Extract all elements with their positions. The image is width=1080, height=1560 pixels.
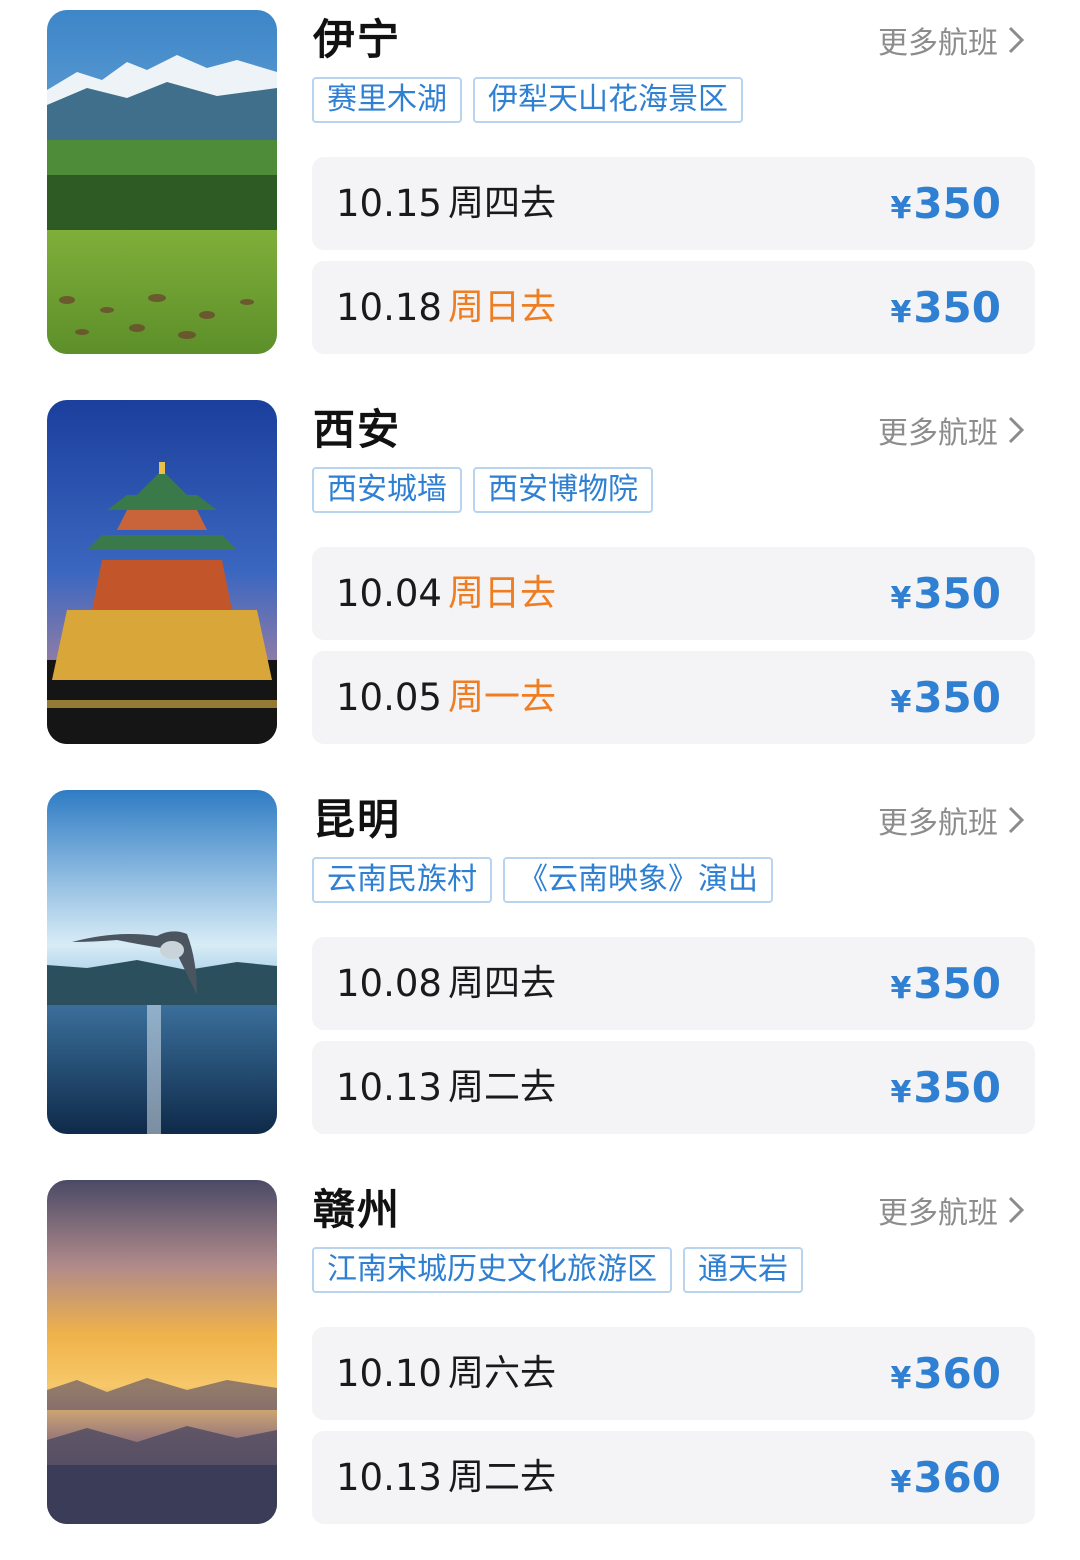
flight-weekday: 周四去 — [448, 183, 557, 224]
flight-price: ¥350 — [890, 651, 1001, 749]
flight-date: 10.10 — [336, 1352, 442, 1395]
destination-photo[interactable] — [47, 790, 277, 1134]
flight-row[interactable]: 10.08 周四去 ¥350 — [312, 937, 1035, 1030]
flight-date: 10.08 — [336, 962, 442, 1005]
attraction-tag[interactable]: 江南宋城历史文化旅游区 — [312, 1247, 672, 1293]
flight-price: ¥350 — [890, 547, 1001, 645]
currency-symbol: ¥ — [890, 1465, 912, 1500]
flight-weekday: 周一去 — [448, 677, 557, 718]
price-value: 350 — [913, 1063, 1001, 1112]
attraction-tag[interactable]: 云南民族村 — [312, 857, 492, 903]
price-value: 360 — [913, 1453, 1001, 1502]
flight-price: ¥350 — [890, 1041, 1001, 1139]
attraction-tag[interactable]: 西安城墙 — [312, 467, 462, 513]
flight-row[interactable]: 10.13 周二去 ¥350 — [312, 1041, 1035, 1134]
flight-price: ¥350 — [890, 261, 1001, 359]
flight-price: ¥350 — [890, 157, 1001, 255]
city-name: 伊宁 — [313, 15, 402, 64]
flight-price: ¥360 — [890, 1327, 1001, 1425]
attraction-tag[interactable]: 《云南映象》演出 — [503, 857, 773, 903]
flight-price: ¥350 — [890, 937, 1001, 1035]
price-value: 360 — [913, 1349, 1001, 1398]
destination-card[interactable]: 赣州 更多航班 江南宋城历史文化旅游区 通天岩 10.10 周六去 ¥360 1… — [0, 1180, 1080, 1524]
price-value: 350 — [913, 569, 1001, 618]
flight-weekday: 周六去 — [448, 1353, 557, 1394]
currency-symbol: ¥ — [890, 1075, 912, 1110]
flight-date: 10.13 — [336, 1456, 442, 1499]
destination-list: 伊宁 更多航班 赛里木湖 伊犁天山花海景区 10.15 周四去 ¥350 10.… — [0, 0, 1080, 1560]
flight-row[interactable]: 10.05 周一去 ¥350 — [312, 651, 1035, 744]
chevron-right-icon — [1008, 806, 1025, 834]
more-flights-link[interactable]: 更多航班 — [878, 1188, 1028, 1232]
more-flights-label: 更多航班 — [878, 1196, 998, 1231]
currency-symbol: ¥ — [890, 295, 912, 330]
city-name: 昆明 — [313, 795, 402, 844]
flight-row[interactable]: 10.13 周二去 ¥360 — [312, 1431, 1035, 1524]
destination-photo[interactable] — [47, 1180, 277, 1524]
price-value: 350 — [913, 673, 1001, 722]
city-name: 西安 — [313, 405, 402, 454]
flight-weekday: 周日去 — [448, 287, 557, 328]
destination-card[interactable]: 昆明 更多航班 云南民族村 《云南映象》演出 10.08 周四去 ¥350 10… — [0, 790, 1080, 1134]
flight-price: ¥360 — [890, 1431, 1001, 1529]
attraction-tags: 赛里木湖 伊犁天山花海景区 — [312, 77, 754, 123]
flight-weekday: 周二去 — [448, 1067, 557, 1108]
destination-photo[interactable] — [47, 400, 277, 744]
flight-weekday: 周四去 — [448, 963, 557, 1004]
more-flights-label: 更多航班 — [878, 416, 998, 451]
more-flights-link[interactable]: 更多航班 — [878, 798, 1028, 842]
price-value: 350 — [913, 959, 1001, 1008]
flight-date: 10.15 — [336, 182, 442, 225]
attraction-tags: 江南宋城历史文化旅游区 通天岩 — [312, 1247, 814, 1293]
more-flights-link[interactable]: 更多航班 — [878, 408, 1028, 452]
attraction-tags: 西安城墙 西安博物院 — [312, 467, 664, 513]
chevron-right-icon — [1008, 1196, 1025, 1224]
flight-row[interactable]: 10.18 周日去 ¥350 — [312, 261, 1035, 354]
more-flights-label: 更多航班 — [878, 806, 998, 841]
currency-symbol: ¥ — [890, 1361, 912, 1396]
flight-date: 10.13 — [336, 1066, 442, 1109]
more-flights-label: 更多航班 — [878, 26, 998, 61]
attraction-tag[interactable]: 赛里木湖 — [312, 77, 462, 123]
flight-date: 10.04 — [336, 572, 442, 615]
flight-row[interactable]: 10.04 周日去 ¥350 — [312, 547, 1035, 640]
destination-card[interactable]: 西安 更多航班 西安城墙 西安博物院 10.04 周日去 ¥350 10.05 … — [0, 400, 1080, 744]
currency-symbol: ¥ — [890, 971, 912, 1006]
flight-weekday: 周日去 — [448, 573, 557, 614]
chevron-right-icon — [1008, 416, 1025, 444]
attraction-tags: 云南民族村 《云南映象》演出 — [312, 857, 784, 903]
flight-row[interactable]: 10.10 周六去 ¥360 — [312, 1327, 1035, 1420]
attraction-tag[interactable]: 伊犁天山花海景区 — [473, 77, 743, 123]
chevron-right-icon — [1008, 26, 1025, 54]
flight-date: 10.05 — [336, 676, 442, 719]
more-flights-link[interactable]: 更多航班 — [878, 18, 1028, 62]
flight-weekday: 周二去 — [448, 1457, 557, 1498]
currency-symbol: ¥ — [890, 581, 912, 616]
currency-symbol: ¥ — [890, 685, 912, 720]
price-value: 350 — [913, 179, 1001, 228]
flight-row[interactable]: 10.15 周四去 ¥350 — [312, 157, 1035, 250]
price-value: 350 — [913, 283, 1001, 332]
attraction-tag[interactable]: 通天岩 — [683, 1247, 803, 1293]
flight-date: 10.18 — [336, 286, 442, 329]
city-name: 赣州 — [313, 1185, 402, 1234]
currency-symbol: ¥ — [890, 191, 912, 226]
destination-photo[interactable] — [47, 10, 277, 354]
attraction-tag[interactable]: 西安博物院 — [473, 467, 653, 513]
destination-card[interactable]: 伊宁 更多航班 赛里木湖 伊犁天山花海景区 10.15 周四去 ¥350 10.… — [0, 10, 1080, 354]
